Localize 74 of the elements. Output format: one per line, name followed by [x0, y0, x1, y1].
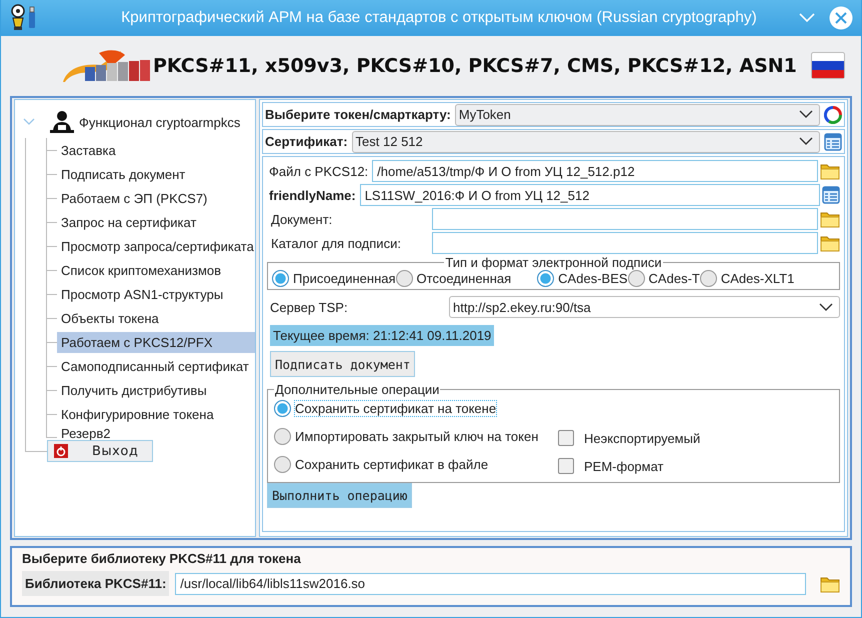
- radio-label[interactable]: CAdes-T: [648, 271, 700, 286]
- tree-item[interactable]: Список криптомеханизмов: [57, 260, 255, 280]
- folder-icon[interactable]: [820, 574, 840, 592]
- tree-item[interactable]: Просмотр ASN1-структуры: [57, 284, 255, 304]
- token-dropdown[interactable]: MyToken: [454, 104, 820, 126]
- status-text: Текущее время: 21:12:41 09.11.2019: [270, 325, 494, 346]
- checkbox[interactable]: [558, 458, 574, 474]
- refresh-icon[interactable]: [824, 106, 842, 124]
- window-title: Криптографический АРМ на базе стандартов с открытым ключом (Russian cryptography): [120, 9, 758, 27]
- tree-item[interactable]: Просмотр запроса/сертификата: [57, 236, 258, 256]
- text-field[interactable]: LS11SW_2016:Ф И О from УЦ 12_512: [360, 184, 820, 206]
- close-icon[interactable]: [829, 6, 853, 30]
- tree-item[interactable]: Запрос на сертификат: [57, 212, 255, 232]
- tree-root-label[interactable]: Функционал cryptoarmpkcs: [79, 114, 240, 130]
- user-icon: [49, 110, 75, 134]
- folder-icon[interactable]: [820, 234, 840, 252]
- table-icon[interactable]: [822, 186, 840, 204]
- radio-label[interactable]: Импортировать закрытый ключ на токен: [295, 429, 538, 444]
- radio-label[interactable]: Сохранить сертификат на токене: [295, 401, 496, 416]
- field-label: Выберите токен/смарткарту:: [265, 107, 451, 122]
- text-field[interactable]: [432, 232, 818, 254]
- checkbox-label[interactable]: PEM-формат: [584, 458, 664, 474]
- tree-item[interactable]: Заставка: [57, 140, 255, 160]
- field-label: Файл с PKCS12:: [268, 164, 370, 178]
- radio-button[interactable]: [396, 270, 413, 287]
- tree-item[interactable]: Объекты токена: [57, 308, 255, 328]
- group-title: Дополнительные операции: [274, 382, 440, 397]
- tree-item[interactable]: Конфигурировние токена: [57, 404, 255, 424]
- folder-icon[interactable]: [820, 162, 840, 180]
- exit-button[interactable]: Выход: [47, 440, 153, 462]
- dropdown-icon: [799, 110, 813, 119]
- tree-item[interactable]: Работаем с PKCS12/PFX: [57, 332, 255, 352]
- checkbox-label[interactable]: Неэкспортируемый: [584, 430, 700, 446]
- panel-title: Выберите библиотеку PKCS#11 для токена: [22, 550, 302, 568]
- text-field[interactable]: [432, 208, 818, 230]
- radio-label[interactable]: Сохранить сертификат в файле: [295, 457, 488, 472]
- radio-label[interactable]: Отсоединенная: [416, 271, 512, 286]
- text-field[interactable]: /home/a513/tmp/Ф И О from УЦ 12_512.p12: [372, 160, 818, 182]
- field-label: Каталог для подписи:: [270, 236, 402, 250]
- dropdown-icon: [819, 302, 833, 312]
- radio-button[interactable]: [537, 270, 554, 287]
- tsp-dropdown[interactable]: http://sp2.ekey.ru:90/tsa: [449, 296, 840, 318]
- field-label: Сервер TSP:: [269, 300, 349, 314]
- certificate-dropdown[interactable]: Test 12 512: [352, 130, 820, 152]
- power-icon: [54, 444, 68, 458]
- group-title: Тип и формат электронной подписи: [444, 255, 663, 270]
- radio-button[interactable]: [274, 400, 291, 417]
- radio-label[interactable]: CAdes-BES: [558, 271, 628, 286]
- tree-item[interactable]: Самоподписанный сертификат: [57, 356, 255, 376]
- dropdown-icon: [799, 137, 813, 146]
- page-heading: PKCS#11, x509v3, PKCS#10, PKCS#7, CMS, PKCS#12, ASN1: [153, 54, 798, 76]
- minimize-icon[interactable]: [799, 13, 815, 23]
- radio-label[interactable]: CAdes-XLT1: [720, 271, 794, 286]
- field-label: Сертификат:: [265, 134, 348, 149]
- collapse-icon[interactable]: [23, 117, 35, 127]
- execute-button[interactable]: Выполнить операцию: [267, 483, 412, 508]
- checkbox[interactable]: [558, 430, 574, 446]
- radio-button[interactable]: [700, 270, 717, 287]
- tree-item[interactable]: Получить дистрибутивы: [57, 380, 255, 400]
- field-label: Документ:: [270, 212, 334, 226]
- sign-button[interactable]: Подписать документ: [270, 351, 416, 377]
- radio-label[interactable]: Присоединенная: [293, 271, 396, 286]
- radio-button[interactable]: [274, 428, 291, 445]
- field-label: Библиотека PKCS#11:: [22, 571, 170, 596]
- table-icon[interactable]: [824, 132, 842, 150]
- library-path-field[interactable]: /usr/local/lib64/libls11sw2016.so: [175, 572, 806, 594]
- tree-item[interactable]: Работаем с ЭП (PKCS7): [57, 188, 255, 208]
- radio-button[interactable]: [628, 270, 645, 287]
- radio-button[interactable]: [274, 456, 291, 473]
- folder-icon[interactable]: [820, 210, 840, 228]
- flag-icon[interactable]: [811, 52, 845, 79]
- field-label: friendlyName:: [268, 188, 357, 202]
- tree-item[interactable]: Подписать документ: [57, 164, 255, 184]
- radio-button[interactable]: [272, 270, 289, 287]
